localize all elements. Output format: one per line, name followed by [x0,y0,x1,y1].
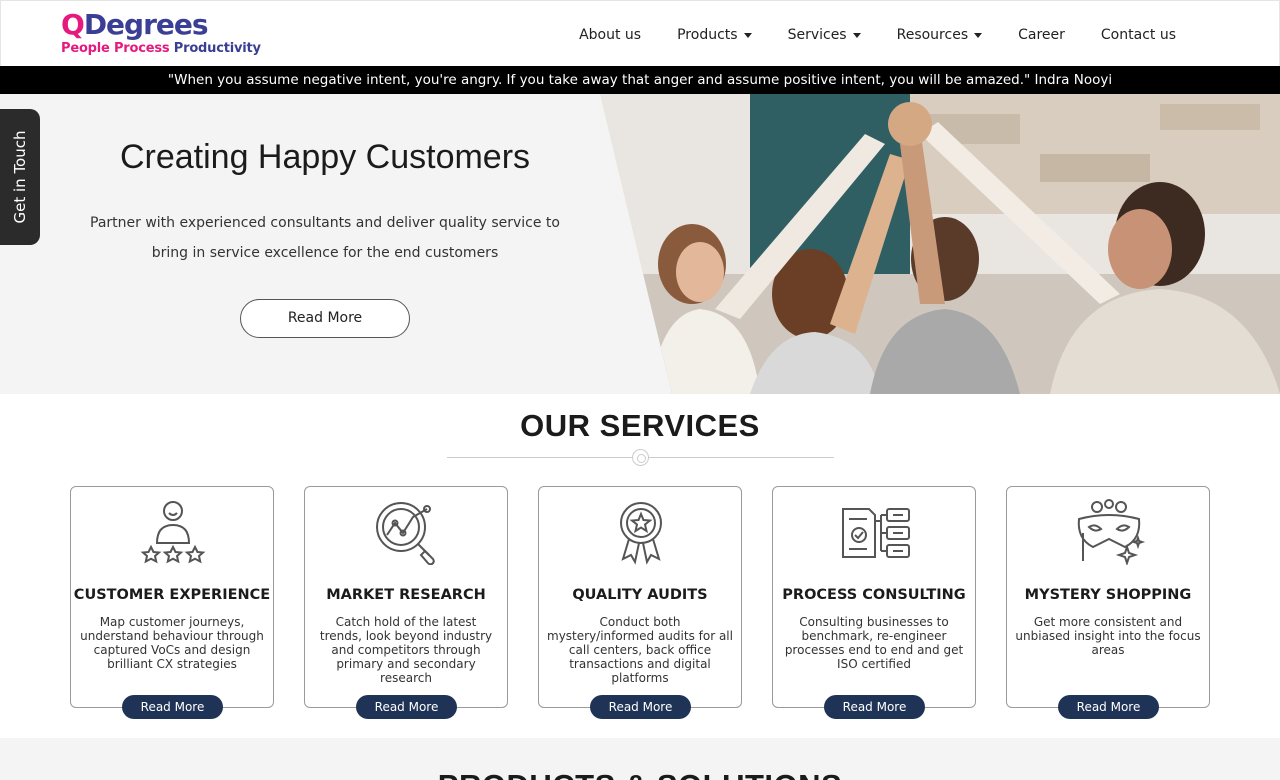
magnifier-chart-icon [376,502,435,565]
service-card-title: MYSTERY SHOPPING [1024,587,1192,603]
products-solutions-section: PRODUCTS & SOLUTIONS [0,738,1280,780]
service-card-customer-experience[interactable]: CUSTOMER EXPERIENCE Map customer journey… [70,486,274,719]
services-heading: OUR SERVICES [520,408,760,443]
nav-career[interactable]: Career [1018,25,1065,45]
read-more-button[interactable]: Read More [122,695,223,719]
logo-wordmark: QDegrees [61,8,209,41]
mask-icon [1077,499,1146,565]
products-solutions-heading: PRODUCTS & SOLUTIONS [0,768,1280,780]
get-in-touch-tab[interactable]: Get in Touch [0,109,40,245]
hero-title: Creating Happy Customers [119,138,531,176]
award-badge-icon [620,502,662,565]
team-high-five-photo [600,94,1280,394]
logo-tagline: People Process Productivity [61,41,261,56]
nav-about[interactable]: About us [579,25,641,45]
service-card-description: Conduct both mystery/informed audits for… [547,615,733,685]
customer-rating-icon [140,501,206,564]
divider-ornament-icon [632,449,649,466]
chevron-down-icon [743,32,752,38]
get-in-touch-label: Get in Touch [11,130,29,224]
quote-banner: "When you assume negative intent, you're… [0,66,1280,94]
nav-products[interactable]: Products [677,25,752,45]
read-more-button[interactable]: Read More [590,695,691,719]
site-header: QDegrees People Process Productivity Abo… [0,0,1280,66]
nav-resources[interactable]: Resources [897,25,983,45]
service-card-quality-audits[interactable]: QUALITY AUDITS Conduct both mystery/info… [538,486,742,719]
read-more-button[interactable]: Read More [824,695,925,719]
service-card-mystery-shopping[interactable]: MYSTERY SHOPPING Get more consistent and… [1006,486,1210,719]
nav-contact[interactable]: Contact us [1101,25,1176,45]
chevron-down-icon [852,32,861,38]
hero-read-more-button[interactable]: Read More [240,299,410,338]
nav-services[interactable]: Services [788,25,861,45]
service-card-title: PROCESS CONSULTING [782,587,966,603]
service-card-title: MARKET RESEARCH [326,587,486,603]
document-server-icon [842,508,910,558]
read-more-button[interactable]: Read More [1058,695,1159,719]
hero-description: Partner with experienced consultants and… [90,215,560,261]
service-card-description: Consulting businesses to benchmark, re-e… [784,615,964,671]
service-card-market-research[interactable]: MARKET RESEARCH Catch hold of the latest… [304,486,508,719]
service-card-process-consulting[interactable]: PROCESS CONSULTING Consulting businesses… [772,486,976,719]
hero-section: Creating Happy Customers Partner with ex… [0,94,1280,394]
chevron-down-icon [974,32,983,38]
main-nav: About us Products Services Resources Car… [543,25,1176,45]
service-card-description: Get more consistent and unbiased insight… [1015,615,1201,657]
hero-photo-illustration [600,94,1280,394]
service-card-title: QUALITY AUDITS [572,587,708,603]
qdegrees-logo[interactable]: QDegrees People Process Productivity [61,9,261,61]
service-card-description: Catch hold of the latest trends, look be… [319,615,493,685]
read-more-button[interactable]: Read More [356,695,457,719]
service-card-description: Map customer journeys, understand behavi… [80,615,264,671]
service-card-title: CUSTOMER EXPERIENCE [73,587,271,603]
